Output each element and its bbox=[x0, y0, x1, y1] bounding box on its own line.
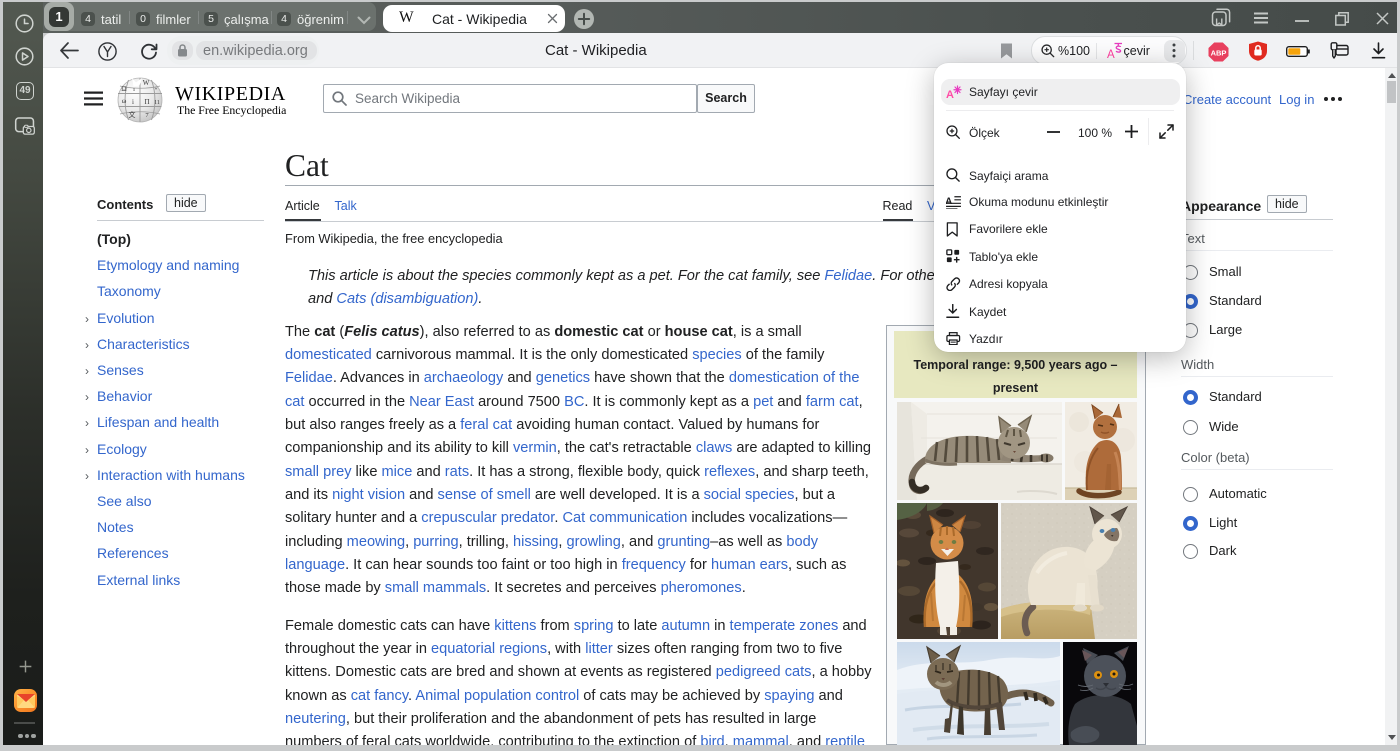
svg-text:文: 文 bbox=[129, 110, 136, 119]
svg-text:W: W bbox=[143, 79, 150, 87]
svg-text:ω: ω bbox=[122, 97, 127, 105]
svg-text:Ω: Ω bbox=[121, 85, 126, 93]
svg-text:A: A bbox=[946, 196, 952, 207]
svg-text:Π: Π bbox=[144, 98, 149, 106]
svg-text:ı: ı bbox=[133, 86, 135, 93]
svg-text:A: A bbox=[946, 89, 954, 100]
svg-text:ʷ: ʷ bbox=[155, 86, 158, 93]
svg-text:ABP: ABP bbox=[1211, 49, 1227, 58]
svg-text:i: i bbox=[132, 98, 134, 106]
svg-text:11: 11 bbox=[154, 100, 160, 106]
svg-text:A: A bbox=[1107, 49, 1115, 59]
